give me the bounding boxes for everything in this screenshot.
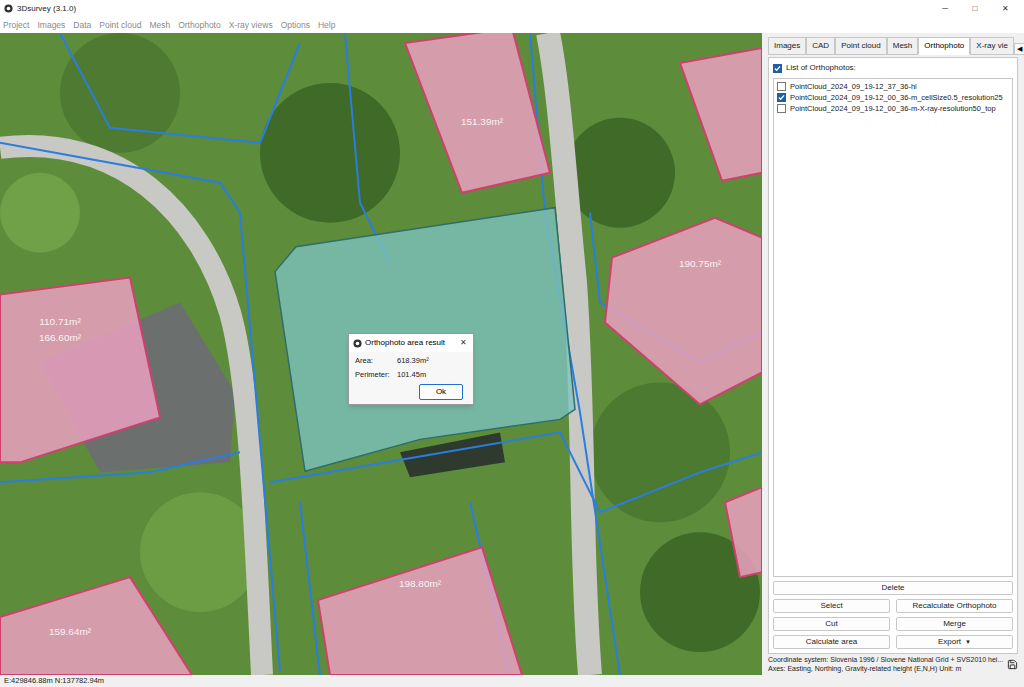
app-window: 3Dsurvey (3.1.0)─□✕ProjectImagesDataPoin… xyxy=(0,0,1024,687)
selected-area[interactable] xyxy=(275,208,575,472)
tab-bar: ImagesCADPoint cloudMeshOrthophotoX-ray … xyxy=(768,37,1018,55)
menu-item[interactable]: Project xyxy=(3,19,29,32)
cursor-coordinates: E:429846.88m N:137782.94m xyxy=(4,675,104,686)
dialog-title-bar: Orthophoto area result✕ xyxy=(349,334,473,352)
menu-item[interactable]: Mesh xyxy=(149,19,170,32)
building-area-label: 151.39m² xyxy=(461,116,504,127)
building-area-label: 198.80m² xyxy=(399,578,442,589)
check-icon xyxy=(778,94,785,101)
panel-button[interactable]: Recalculate Orthophoto xyxy=(896,599,1013,613)
result-value: 618.39m² xyxy=(397,355,429,366)
list-header-checkbox[interactable] xyxy=(773,64,782,73)
coordinate-info: Coordinate system: Slovenia 1996 / Slove… xyxy=(768,656,1018,673)
panel-button[interactable]: Cut xyxy=(773,617,890,631)
orthophoto-checkbox[interactable] xyxy=(777,104,786,113)
dialog-close-button[interactable]: ✕ xyxy=(458,337,469,349)
result-value: 101.45m xyxy=(397,369,426,380)
panel-tab[interactable]: X-ray vie xyxy=(970,37,1014,55)
orthophoto-checkbox[interactable] xyxy=(777,93,786,102)
panel-tab[interactable]: CAD xyxy=(806,37,835,55)
panel-button[interactable]: Merge xyxy=(896,617,1013,631)
tab-scroll-button[interactable]: ◀ xyxy=(1014,43,1024,56)
ok-button[interactable]: Ok xyxy=(419,384,463,400)
building-footprint[interactable]: 190.75m² xyxy=(605,218,762,405)
side-panel: ImagesCADPoint cloudMeshOrthophotoX-ray … xyxy=(762,33,1024,675)
map-view[interactable]: 151.39m² 110.71m² 166.60m² 190.75m² 198.80m²… xyxy=(0,33,762,675)
menu-item[interactable]: X-ray views xyxy=(229,19,273,32)
panel-tab[interactable]: Orthophoto xyxy=(918,37,970,55)
building-footprint[interactable] xyxy=(725,487,762,577)
dialog-title: Orthophoto area result xyxy=(365,337,455,349)
window-control[interactable]: □ xyxy=(960,3,990,15)
result-row: Perimeter:101.45m xyxy=(355,369,467,380)
building-area-label: 190.75m² xyxy=(679,258,722,269)
window-control[interactable]: ✕ xyxy=(990,3,1020,15)
dialog-body: Area:618.39m²Perimeter:101.45mOk xyxy=(349,352,473,404)
panel-button[interactable]: Export▼ xyxy=(896,635,1013,649)
building-area-label: 166.60m² xyxy=(39,332,82,343)
panel-button[interactable]: Calculate area xyxy=(773,635,890,649)
menu-item[interactable]: Images xyxy=(37,19,65,32)
button-grid: Delete Select Recalculate Orthophoto Cut Mer… xyxy=(773,581,1013,649)
building-footprint[interactable]: 159.64m² xyxy=(0,577,192,675)
panel-tab[interactable]: Point cloud xyxy=(835,37,887,55)
panel-tab[interactable]: Mesh xyxy=(887,37,919,55)
building-area-label: 110.71m² xyxy=(39,316,81,327)
orthophoto-list[interactable]: PointCloud_2024_09_19-12_37_36-hi PointCl… xyxy=(773,78,1013,577)
building-footprint[interactable]: 198.80m² xyxy=(318,547,522,675)
tab-content: List of Orthophotos: PointCloud_2024_09_1… xyxy=(768,57,1018,654)
result-row: Area:618.39m² xyxy=(355,355,467,366)
menu-item[interactable]: Options xyxy=(281,19,310,32)
menu-item[interactable]: Help xyxy=(318,19,335,32)
title-bar: 3Dsurvey (3.1.0) ─□✕ xyxy=(0,0,1024,17)
app-logo-icon xyxy=(353,339,362,348)
list-header: List of Orthophotos: xyxy=(773,62,1013,74)
panel-button[interactable]: Select xyxy=(773,599,890,613)
menu-item[interactable]: Orthophoto xyxy=(178,19,221,32)
app-logo-icon xyxy=(4,4,13,13)
building-footprint[interactable]: 151.39m² xyxy=(405,33,550,193)
result-label: Perimeter: xyxy=(355,369,397,380)
window-control[interactable]: ─ xyxy=(930,3,960,15)
building-footprint[interactable] xyxy=(680,48,762,181)
panel-tab[interactable]: Images xyxy=(768,37,806,55)
building-area-label: 159.64m² xyxy=(49,626,92,637)
window-title: 3Dsurvey (3.1.0) xyxy=(17,3,926,15)
check-icon xyxy=(774,65,781,72)
menu-item[interactable]: Data xyxy=(73,19,91,32)
orthophoto-item[interactable]: PointCloud_2024_09_19-12_00_36-m-X-ray-r… xyxy=(777,104,1009,113)
status-bar: E:429846.88m N:137782.94m xyxy=(0,675,1024,687)
save-icon[interactable] xyxy=(1007,659,1018,670)
orthophoto-checkbox[interactable] xyxy=(777,82,786,91)
menu-item[interactable]: Point cloud xyxy=(99,19,141,32)
building-footprint[interactable]: 110.71m² 166.60m² xyxy=(0,278,160,463)
orthophoto-item[interactable]: PointCloud_2024_09_19-12_00_36-m_cellSiz… xyxy=(777,93,1009,102)
area-result-dialog: Orthophoto area result✕Area:618.39m²Peri… xyxy=(348,333,474,405)
panel-button[interactable]: Delete xyxy=(773,581,1013,595)
menu-bar: Project Images Data Point cloud Mesh Orthopho… xyxy=(0,17,1024,33)
main-area: 151.39m² 110.71m² 166.60m² 190.75m² 198.80m²… xyxy=(0,33,1024,675)
result-label: Area: xyxy=(355,355,397,366)
orthophoto-item[interactable]: PointCloud_2024_09_19-12_37_36-hi xyxy=(777,82,1009,91)
